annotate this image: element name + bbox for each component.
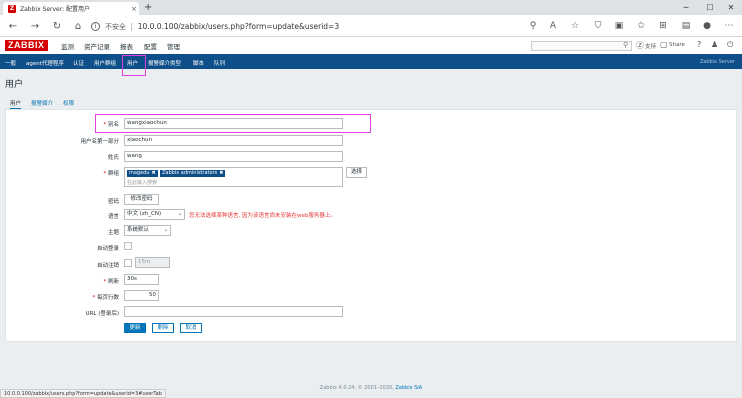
tab-media[interactable]: 报警媒介 — [31, 99, 53, 107]
autologin-checkbox[interactable] — [124, 242, 132, 250]
new-tab-icon[interactable]: + — [144, 2, 152, 14]
cancel-button[interactable]: 取消 — [180, 323, 202, 333]
browser-tab-bar: Z Zabbix Server: 配置用户 × + ─ ☐ ✕ — [0, 0, 742, 15]
change-password-button[interactable]: 修改密码 — [124, 194, 159, 205]
chevron-down-icon: ⌄ — [177, 211, 182, 217]
share-icon[interactable]: ▢ — [660, 40, 668, 49]
url-text: 10.0.0.100/zabbix/users.php?form=update&… — [137, 22, 340, 31]
subnav-proxies[interactable]: agent代理程序 — [26, 59, 64, 67]
autologout-checkbox[interactable] — [124, 259, 132, 267]
groups-search-placeholder[interactable]: 在此输入搜索 — [127, 179, 157, 186]
search-icon[interactable]: ⚲ — [623, 41, 628, 49]
collections-add-icon[interactable]: ⊞ — [656, 18, 670, 34]
delete-button[interactable]: 删除 — [152, 323, 174, 333]
url-after-login-label: URL (登录后) — [85, 311, 119, 317]
zoom-icon[interactable]: ⚲ — [526, 18, 540, 34]
menu-configuration[interactable]: 配置 — [144, 41, 157, 51]
surname-input[interactable]: wang — [124, 151, 343, 162]
reload-icon[interactable]: ↻ — [49, 18, 65, 34]
theme-label: 主题 — [107, 230, 119, 236]
url-separator: | — [130, 22, 133, 31]
tab-close-icon[interactable]: × — [129, 5, 139, 13]
favorites-bar-icon[interactable]: ✩ — [634, 18, 648, 34]
favorite-icon[interactable]: ☆ — [568, 18, 582, 34]
password-label: 密码 — [107, 199, 119, 205]
support-link[interactable]: 支持 — [645, 42, 656, 50]
name-input[interactable]: xiaochun — [124, 135, 343, 146]
alias-highlight-box — [95, 114, 371, 133]
extension-icon[interactable]: ▤ — [679, 18, 693, 34]
zabbix-logo[interactable]: ZABBIX — [5, 40, 48, 51]
subnav-authentication[interactable]: 认证 — [73, 59, 84, 67]
share-link[interactable]: Share — [669, 42, 685, 48]
url-field[interactable]: i 不安全 | 10.0.0.100/zabbix/users.php?form… — [91, 19, 551, 34]
menu-monitoring[interactable]: 监测 — [61, 41, 74, 51]
collections-icon[interactable]: ▣ — [612, 18, 626, 34]
browser-status-bar: 10.0.0.100/zabbix/users.php?form=update&… — [0, 389, 166, 398]
help-icon[interactable]: ? — [697, 40, 701, 49]
autologout-input[interactable]: 15m — [135, 257, 170, 268]
remove-tag-icon[interactable]: ✖ — [152, 170, 156, 176]
subnav-user-groups[interactable]: 用户群组 — [94, 59, 116, 67]
address-bar: ← → ↻ ⌂ i 不安全 | 10.0.0.100/zabbix/users.… — [0, 15, 742, 37]
language-label: 语言 — [107, 214, 119, 220]
menu-administration[interactable]: 管理 — [167, 41, 180, 51]
forward-icon[interactable]: → — [27, 18, 43, 34]
tab-user[interactable]: 用户 — [10, 99, 22, 109]
remove-tag-icon[interactable]: ✖ — [219, 170, 223, 176]
menu-reports[interactable]: 报表 — [120, 41, 133, 51]
refresh-label: * 刷新 — [103, 279, 119, 285]
tab-title: Zabbix Server: 配置用户 — [20, 6, 91, 13]
support-icon[interactable]: Ⓩ — [636, 40, 644, 51]
refresh-input[interactable]: 30s — [124, 274, 159, 285]
groups-label: * 群组 — [103, 171, 119, 177]
menu-inventory[interactable]: 资产记录 — [84, 41, 110, 51]
zabbix-header: ZABBIX 监测 资产记录 报表 配置 管理 ⚲ Ⓩ 支持 ▢ Share ?… — [0, 37, 742, 54]
server-name: Zabbix Server — [699, 59, 735, 65]
global-search-input[interactable] — [531, 41, 632, 51]
group-tag[interactable]: Zabbix administrators ✖ — [160, 170, 226, 177]
name-label: 用户名第一部分 — [80, 139, 119, 145]
back-icon[interactable]: ← — [5, 18, 21, 34]
subnav-general[interactable]: 一般 — [5, 59, 16, 67]
select-groups-button[interactable]: 选择 — [346, 167, 367, 178]
shield-icon[interactable]: ⛉ — [591, 18, 605, 34]
browser-tab[interactable]: Z Zabbix Server: 配置用户 × — [3, 2, 139, 15]
more-icon[interactable]: ⋯ — [722, 18, 736, 34]
profile-icon[interactable]: ● — [700, 18, 714, 34]
user-profile-icon[interactable]: ♟ — [711, 40, 718, 49]
group-tag[interactable]: magedu ✖ — [127, 170, 158, 177]
home-icon[interactable]: ⌂ — [70, 18, 86, 34]
update-button[interactable]: 更新 — [124, 323, 146, 333]
sub-navigation: 一般 agent代理程序 认证 用户群组 用户 报警媒介类型 脚本 队列 Zab… — [0, 54, 742, 69]
page-title: 用户 — [5, 80, 24, 90]
zabbix-favicon-icon: Z — [8, 4, 16, 13]
read-aloud-icon[interactable]: A — [546, 18, 560, 34]
rows-per-page-input[interactable]: 50 — [124, 290, 159, 301]
chevron-down-icon: ⌄ — [163, 227, 168, 233]
footer-text: Zabbix 4.0.24. © 2001–2020, — [319, 385, 394, 391]
tab-permissions[interactable]: 权限 — [63, 99, 74, 107]
subnav-queue[interactable]: 队列 — [214, 59, 225, 67]
users-highlight-box — [122, 55, 146, 76]
autologout-label: 自动注销 — [96, 263, 119, 269]
autologin-label: 自动登录 — [96, 246, 119, 252]
language-select[interactable]: 中文 (zh_CN) ⌄ — [124, 209, 185, 220]
url-after-login-input[interactable] — [124, 306, 343, 317]
subnav-scripts[interactable]: 脚本 — [193, 59, 204, 67]
logout-icon[interactable]: ⏻ — [727, 40, 733, 50]
insecure-label: 不安全 — [105, 22, 126, 31]
theme-select[interactable]: 系统默认 ⌄ — [124, 225, 171, 236]
close-window-icon[interactable]: ✕ — [717, 0, 742, 15]
groups-multiselect[interactable]: magedu ✖ Zabbix administrators ✖ 在此输入搜索 — [124, 167, 343, 187]
footer-link[interactable]: Zabbix SIA — [395, 385, 422, 391]
subnav-media-types[interactable]: 报警媒介类型 — [148, 59, 181, 67]
language-warning: 您无法选择某种语言, 因为该语言尚未安装在web服务器上。 — [189, 213, 336, 219]
info-icon[interactable]: i — [91, 22, 100, 31]
rows-per-page-label: * 每页行数 — [92, 295, 119, 301]
surname-label: 姓氏 — [107, 155, 119, 161]
